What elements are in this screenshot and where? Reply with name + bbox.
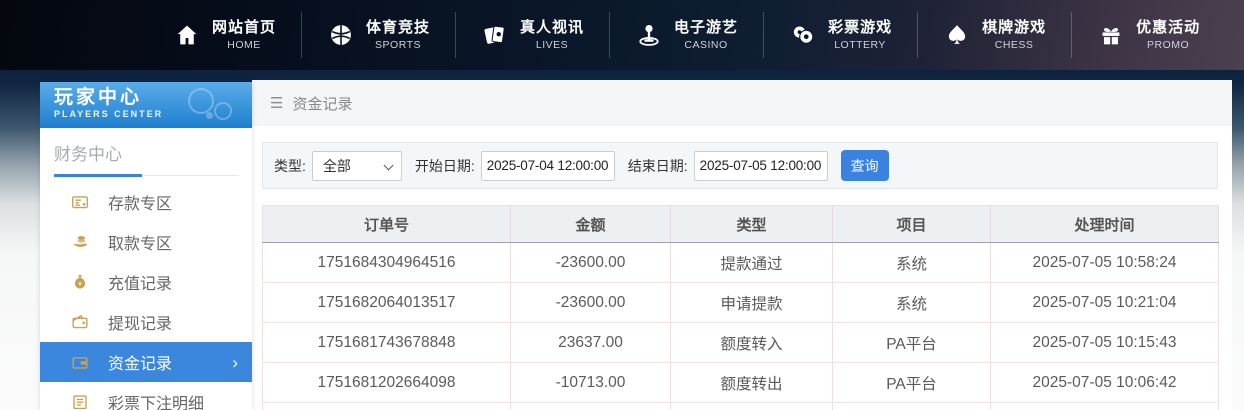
nav-item[interactable]: 优惠活动 PROMO xyxy=(1071,12,1225,58)
type-cell: 提款通过 xyxy=(670,242,833,283)
processed-time-cell: 2025-07-05 10:06:42 xyxy=(990,362,1219,403)
sidebar-item-label: 存款专区 xyxy=(108,196,173,213)
nav-label-zh: 彩票游戏 xyxy=(828,18,893,36)
nav-label-zh: 优惠活动 xyxy=(1136,18,1201,36)
project-cell: PA平台 xyxy=(832,322,991,363)
column-header: 项目 xyxy=(832,205,991,243)
processed-time-cell: 2025-07-05 10:21:04 xyxy=(990,282,1219,323)
chevron-down-icon xyxy=(383,160,394,170)
table-row: 1751682064013517 -23600.00 申请提款 系统 2025-… xyxy=(262,282,1219,323)
gamepad-decoration-icon xyxy=(184,86,244,128)
nav-label-en: SPORTS xyxy=(375,39,422,52)
joystick-icon xyxy=(635,21,663,49)
end-date-input[interactable] xyxy=(693,150,828,181)
table-row: 1751684304964516 -23600.00 提款通过 系统 2025-… xyxy=(262,242,1219,283)
sidebar-item-label: 取款专区 xyxy=(108,236,173,253)
type-cell: 申请提款 xyxy=(670,282,833,323)
type-select[interactable]: 全部 xyxy=(311,150,402,181)
deposit-card-icon xyxy=(69,191,91,213)
hamburger-icon[interactable]: ☰ xyxy=(270,94,283,112)
sidebar-item-label: 提现记录 xyxy=(108,316,173,333)
sidebar-menu-item[interactable]: 提现记录 xyxy=(40,302,252,342)
document-icon xyxy=(69,391,91,410)
sidebar-menu-item[interactable]: 取款专区 xyxy=(40,222,252,262)
breadcrumb-bar: ☰ 资金记录 xyxy=(252,80,1232,126)
filter-bar: 类型: 全部 开始日期: 结束日期: 查询 xyxy=(262,142,1218,189)
nav-label-en: LIVES xyxy=(535,39,569,52)
sidebar-item-label: 充值记录 xyxy=(108,276,173,293)
project-cell: PA平台 xyxy=(832,362,991,403)
sidebar-section-title: 财务中心 xyxy=(54,145,122,164)
start-date-label: 开始日期: xyxy=(414,157,475,174)
home-icon xyxy=(173,21,201,49)
start-date-input[interactable] xyxy=(480,150,615,181)
nav-label-en: PROMO xyxy=(1147,39,1190,52)
type-select-value: 全部 xyxy=(322,157,351,174)
column-header: 类型 xyxy=(670,205,833,243)
column-header: 金额 xyxy=(510,205,671,243)
wallet-icon xyxy=(69,311,91,333)
nav-label-zh: 网站首页 xyxy=(212,18,277,36)
processed-time-cell: 2025-07-05 10:58:24 xyxy=(990,242,1219,283)
column-header: 订单号 xyxy=(262,205,511,243)
order-id-cell: 1751682064013517 xyxy=(262,282,511,323)
sidebar-menu-item[interactable]: 彩票下注明细 xyxy=(40,382,252,410)
nav-label-zh: 体育竞技 xyxy=(366,18,431,36)
project-cell: 系统 xyxy=(832,282,991,323)
order-id-cell: 1751681743678848 xyxy=(262,322,511,363)
nav-item[interactable]: 体育竞技 SPORTS xyxy=(301,12,455,58)
sidebar-item-label: 彩票下注明细 xyxy=(108,396,205,410)
sports-ball-icon xyxy=(327,21,355,49)
nav-item[interactable]: 电子游艺 CASINO xyxy=(609,12,763,58)
nav-label-zh: 电子游艺 xyxy=(674,18,739,36)
funds-record-table: 订单号 金额 类型 项目 处理时间 1751684304964516 -2360… xyxy=(262,205,1219,410)
nav-label-zh: 真人视讯 xyxy=(520,18,585,36)
type-cell: 额度转出 xyxy=(670,362,833,403)
sidebar: 玩家中心 PLAYERS CENTER 财务中心 存款专区 取款专区 充值记录 xyxy=(40,82,252,410)
nav-label-en: HOME xyxy=(227,39,261,52)
type-cell: 额度转入 xyxy=(670,322,833,363)
page-title: 资金记录 xyxy=(292,95,353,113)
table-header-row: 订单号 金额 类型 项目 处理时间 xyxy=(262,205,1219,243)
sidebar-menu: 存款专区 取款专区 充值记录 提现记录 资金记录 › 彩票下注明细 xyxy=(40,182,252,410)
lottery-balls-icon xyxy=(789,21,817,49)
sidebar-menu-item[interactable]: 资金记录 › xyxy=(40,342,252,382)
playing-cards-icon xyxy=(481,21,509,49)
nav-item[interactable]: 棋牌游戏 CHESS xyxy=(917,12,1071,58)
amount-cell: -23600.00 xyxy=(510,242,671,283)
sidebar-header: 玩家中心 PLAYERS CENTER xyxy=(40,82,252,128)
purse-icon xyxy=(69,351,91,373)
section-divider xyxy=(54,174,238,177)
nav-item[interactable]: 彩票游戏 LOTTERY xyxy=(763,12,917,58)
moneybag-icon xyxy=(69,271,91,293)
top-navigation: 网站首页 HOME 体育竞技 SPORTS 真人视讯 LIVES 电子游艺 CA… xyxy=(0,0,1244,70)
nav-label-zh: 棋牌游戏 xyxy=(982,18,1047,36)
nav-label-en: CHESS xyxy=(994,39,1034,52)
type-label: 类型: xyxy=(274,157,306,174)
amount-cell: -23600.00 xyxy=(510,282,671,323)
end-date-label: 结束日期: xyxy=(627,157,688,174)
nav-item[interactable]: 网站首页 HOME xyxy=(148,12,301,58)
search-button[interactable]: 查询 xyxy=(840,150,889,181)
table-row-partial xyxy=(262,402,1219,410)
amount-cell: -10713.00 xyxy=(510,362,671,403)
sidebar-menu-item[interactable]: 充值记录 xyxy=(40,262,252,302)
project-cell: 系统 xyxy=(832,242,991,283)
processed-time-cell: 2025-07-05 10:15:43 xyxy=(990,322,1219,363)
gift-icon xyxy=(1097,21,1125,49)
spade-icon xyxy=(943,21,971,49)
nav-label-en: CASINO xyxy=(684,39,728,52)
order-id-cell: 1751684304964516 xyxy=(262,242,511,283)
table-row: 1751681743678848 23637.00 额度转入 PA平台 2025… xyxy=(262,322,1219,363)
chevron-right-icon: › xyxy=(232,352,238,372)
column-header: 处理时间 xyxy=(990,205,1219,243)
order-id-cell: 1751681202664098 xyxy=(262,362,511,403)
nav-label-en: LOTTERY xyxy=(834,39,886,52)
amount-cell: 23637.00 xyxy=(510,322,671,363)
nav-item[interactable]: 真人视讯 LIVES xyxy=(455,12,609,58)
withdraw-hand-icon xyxy=(69,231,91,253)
sidebar-menu-item[interactable]: 存款专区 xyxy=(40,182,252,222)
sidebar-item-label: 资金记录 xyxy=(108,356,173,373)
table-row: 1751681202664098 -10713.00 额度转出 PA平台 202… xyxy=(262,362,1219,403)
